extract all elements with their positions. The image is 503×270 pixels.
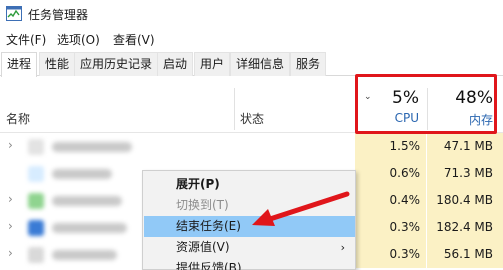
highlight-box xyxy=(355,74,497,134)
menu-item-expand[interactable]: 展开(P) xyxy=(144,174,355,195)
cpu-cell: 0.3% xyxy=(355,241,426,268)
context-menu: 展开(P) 切换到(T) 结束任务(E) 资源值(V) › 提供反馈(B) xyxy=(142,170,356,270)
menu-item-label: 资源值(V) xyxy=(176,240,230,254)
menu-item-feedback[interactable]: 提供反馈(B) xyxy=(144,258,355,270)
menu-item-end-task[interactable]: 结束任务(E) xyxy=(144,216,355,237)
menu-item-label: 切换到(T) xyxy=(176,198,229,212)
cpu-cell: 0.6% xyxy=(355,160,426,187)
column-divider[interactable] xyxy=(234,88,235,130)
chevron-right-icon[interactable]: › xyxy=(8,246,13,260)
process-name-blurred xyxy=(52,223,127,233)
title-bar: 任务管理器 xyxy=(0,0,503,28)
chevron-right-icon[interactable]: › xyxy=(8,192,13,206)
chevron-right-icon: › xyxy=(340,241,345,254)
menu-options[interactable]: 选项(O) xyxy=(57,31,100,48)
process-name-blurred xyxy=(52,250,117,260)
memory-cell: 47.1 MB xyxy=(427,133,503,160)
process-icon xyxy=(28,220,44,236)
task-manager-icon xyxy=(6,6,22,21)
memory-cell: 182.4 MB xyxy=(427,214,503,241)
cpu-cell: 1.5% xyxy=(355,133,426,160)
chevron-right-icon[interactable]: › xyxy=(8,219,13,233)
memory-cell: 71.3 MB xyxy=(427,160,503,187)
chevron-right-icon[interactable]: › xyxy=(8,138,13,152)
tab-users[interactable]: 用户 xyxy=(194,52,231,76)
menu-item-switch-to: 切换到(T) xyxy=(144,195,355,216)
memory-cell: 180.4 MB xyxy=(427,187,503,214)
menu-bar: 文件(F) 选项(O) 查看(V) xyxy=(0,28,503,50)
menu-file[interactable]: 文件(F) xyxy=(6,31,46,48)
tab-processes[interactable]: 进程 xyxy=(1,52,38,77)
column-header-status[interactable]: 状态 xyxy=(240,110,264,127)
cpu-cell: 0.3% xyxy=(355,214,426,241)
tab-bar: 进程 性能 应用历史记录 启动 用户 详细信息 服务 xyxy=(0,50,503,77)
tab-details[interactable]: 详细信息 xyxy=(230,52,291,76)
menu-item-label: 展开(P) xyxy=(176,177,220,191)
process-name-blurred xyxy=(52,196,122,206)
menu-item-label: 结束任务(E) xyxy=(176,219,241,233)
window-title: 任务管理器 xyxy=(28,8,89,22)
process-icon xyxy=(28,247,44,263)
tab-services[interactable]: 服务 xyxy=(290,52,327,76)
memory-cell: 56.1 MB xyxy=(427,241,503,268)
process-icon xyxy=(28,166,44,182)
tab-performance[interactable]: 性能 xyxy=(39,52,76,76)
menu-item-resource-values[interactable]: 资源值(V) › xyxy=(144,237,355,258)
column-header-name[interactable]: 名称 xyxy=(6,110,30,127)
cpu-cell: 0.4% xyxy=(355,187,426,214)
process-icon xyxy=(28,193,44,209)
table-row[interactable]: › 1.5% 47.1 MB xyxy=(0,133,503,160)
process-name-blurred xyxy=(52,142,132,152)
menu-item-label: 提供反馈(B) xyxy=(176,261,242,270)
menu-view[interactable]: 查看(V) xyxy=(113,31,155,48)
tab-startup[interactable]: 启动 xyxy=(157,52,194,76)
process-icon xyxy=(28,139,44,155)
tab-app-history[interactable]: 应用历史记录 xyxy=(74,52,159,76)
process-name-blurred xyxy=(52,169,112,179)
